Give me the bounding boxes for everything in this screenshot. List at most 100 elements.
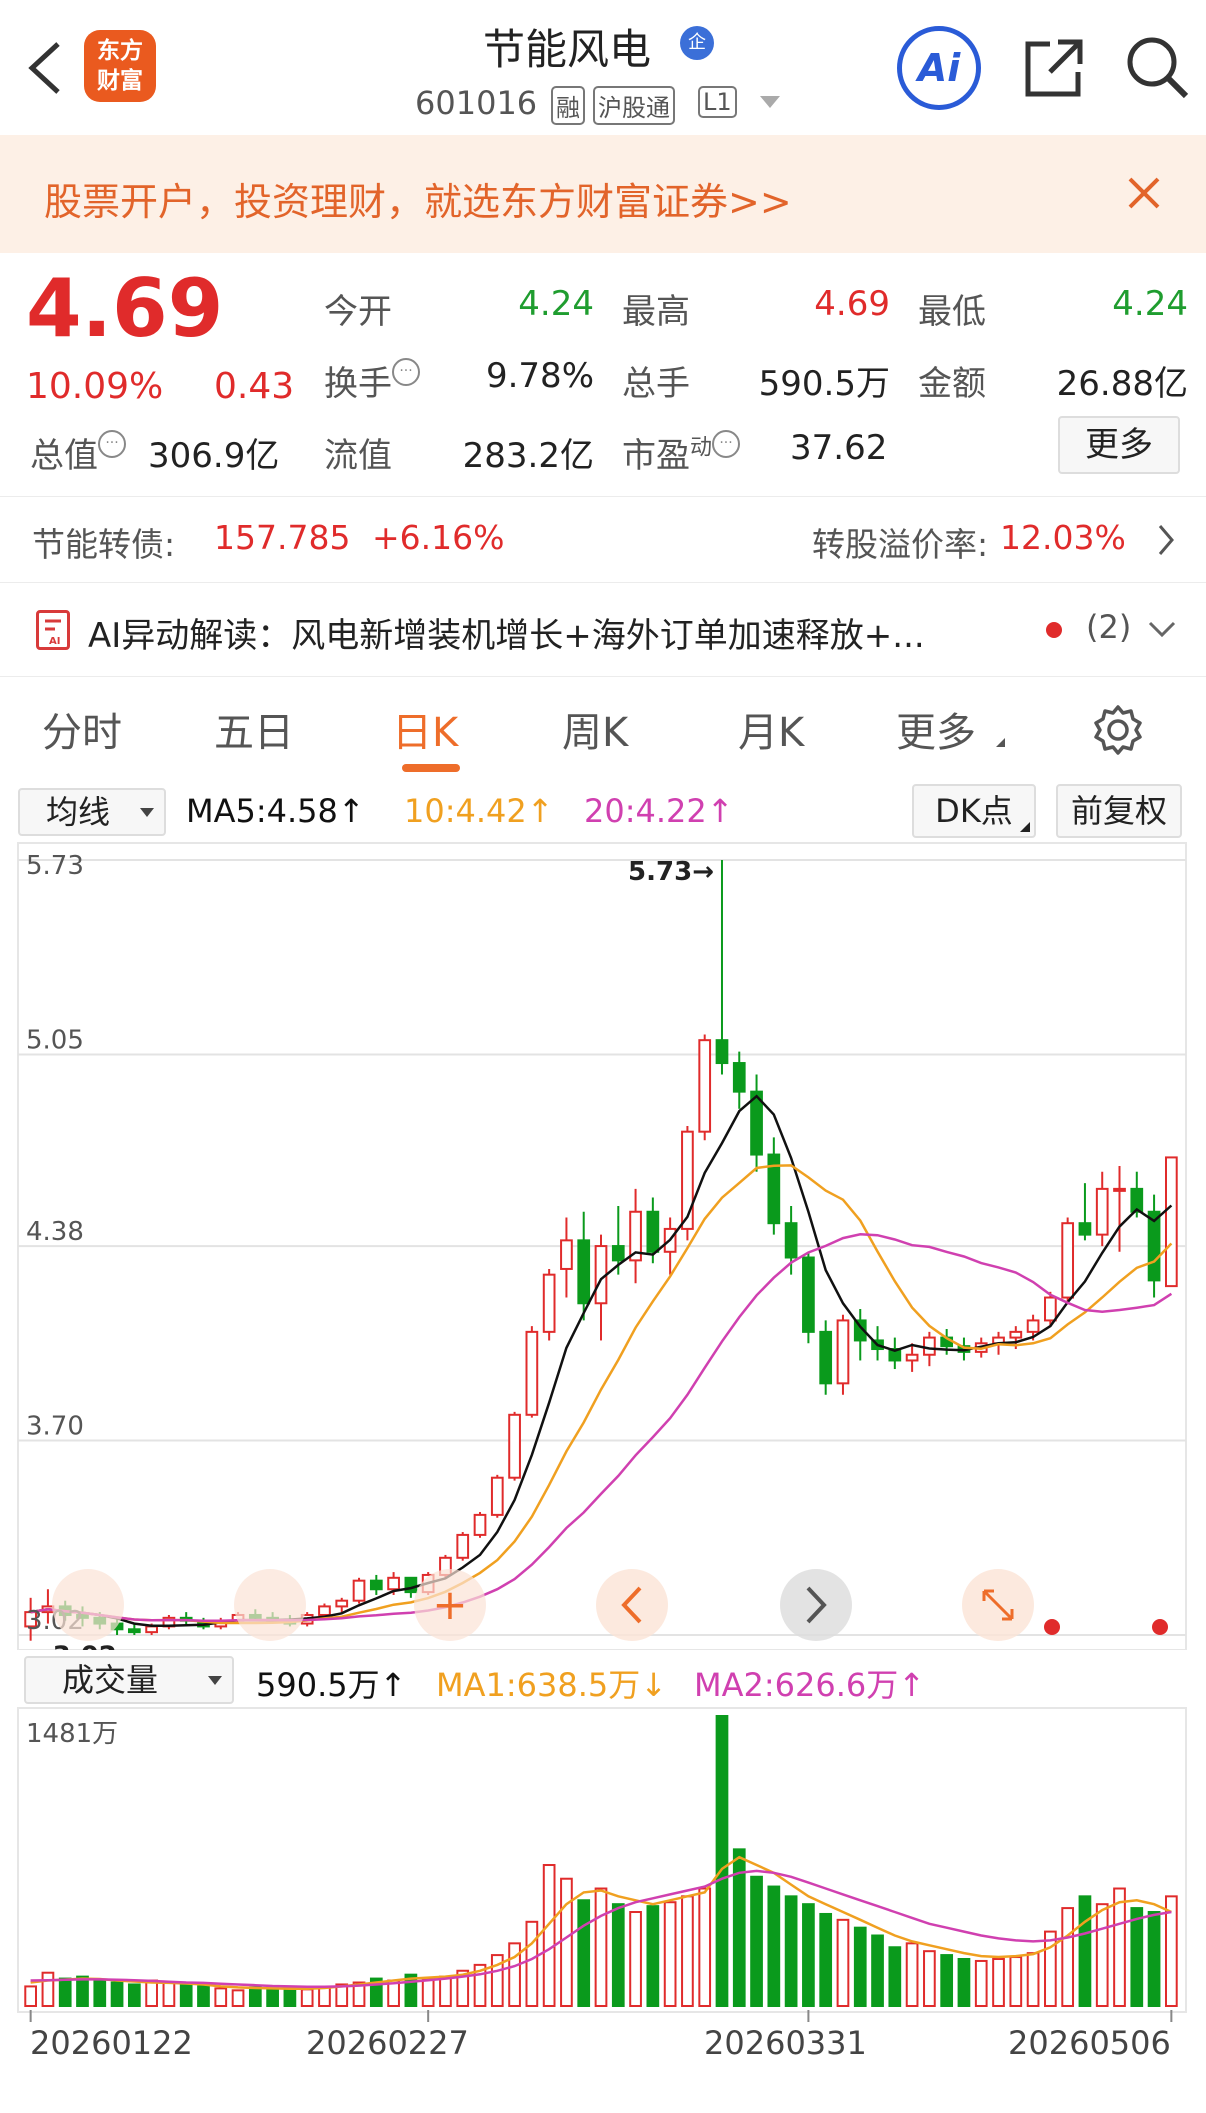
- candle: [145, 1625, 158, 1634]
- stock-dropdown-icon[interactable]: [760, 96, 780, 108]
- ai-insight-row[interactable]: AI AI异动解读：风电新增装机增长+海外订单加速释放+... (2): [0, 584, 1206, 674]
- volume-bar: [1113, 1887, 1126, 2007]
- volume-indicator-select[interactable]: 成交量: [24, 1656, 234, 1704]
- y-tick-label: 5.05: [26, 1025, 84, 1055]
- volume-bar: [1130, 1907, 1144, 2008]
- nav-right-button[interactable]: [780, 1569, 852, 1641]
- enterprise-badge: 企: [680, 26, 714, 60]
- low-value: 4.24: [1112, 284, 1188, 324]
- float-cap-value: 283.2亿: [462, 436, 594, 476]
- pe-value: 37.62: [790, 428, 888, 468]
- ma20-legend: 20:4.22↑: [584, 792, 734, 830]
- candlestick-chart[interactable]: 5.735.054.383.703.025.73→3.02 +: [0, 840, 1206, 1650]
- divider: [0, 496, 1206, 497]
- tab-weekly-k[interactable]: 周K: [562, 700, 628, 758]
- chevron-down-icon[interactable]: [1148, 620, 1176, 644]
- share-icon[interactable]: [1020, 36, 1086, 102]
- volume-bar: [231, 1989, 245, 2007]
- tab-more[interactable]: 更多: [896, 700, 976, 758]
- candle: [923, 1336, 936, 1356]
- nav-left-button[interactable]: [596, 1569, 668, 1641]
- dk-point-label: DK点: [935, 792, 1013, 830]
- volume-bar: [283, 1989, 297, 2007]
- tab-monthly-k[interactable]: 月K: [738, 700, 804, 758]
- logo-text: 东方财富: [97, 38, 143, 94]
- price-adjust-button[interactable]: 前复权: [1056, 784, 1182, 838]
- nav-zoom-out-button[interactable]: [234, 1569, 306, 1641]
- indicator-select[interactable]: 均线: [18, 788, 166, 836]
- banner-text[interactable]: 股票开户，投资理财，就选东方财富证券>>: [44, 171, 792, 226]
- candle: [508, 1413, 521, 1479]
- volume-bar: [957, 1958, 971, 2008]
- volume-bar: [162, 1981, 176, 2007]
- amount-value: 26.88亿: [1056, 364, 1188, 404]
- volume-legend: 590.5万↑: [256, 1666, 407, 1704]
- change-amount: 0.43: [214, 366, 295, 407]
- candle: [577, 1239, 591, 1305]
- candle: [1095, 1187, 1109, 1236]
- promo-banner[interactable]: 股票开户，投资理财，就选东方财富证券>>: [0, 135, 1206, 253]
- y-tick-label: 3.70: [26, 1412, 84, 1442]
- volume-bar: [905, 1942, 919, 2007]
- signal-dot: [1044, 1619, 1060, 1635]
- volume-bar: [1147, 1911, 1161, 2008]
- market-cap-label: 总值 ···: [30, 428, 126, 477]
- ma5-legend: MA5:4.58↑: [186, 792, 365, 830]
- volume-bar: [871, 1934, 884, 2008]
- volume-bar: [992, 1958, 1005, 2008]
- premium-value: 12.03%: [1000, 518, 1126, 557]
- volume-bar: [58, 1977, 72, 2007]
- info-icon[interactable]: ···: [392, 358, 420, 386]
- volume-bar: [663, 1901, 677, 2007]
- volume-bar: [767, 1885, 781, 2007]
- search-icon[interactable]: [1124, 34, 1192, 102]
- info-icon[interactable]: ···: [712, 430, 741, 458]
- volume-bar: [560, 1877, 573, 2007]
- candle: [836, 1319, 850, 1385]
- tab-daily-k[interactable]: 日K: [392, 700, 458, 758]
- y-tick-label: 4.38: [26, 1217, 84, 1247]
- volume-bar: [646, 1905, 660, 2007]
- volume-bar: [525, 1920, 539, 2008]
- tab-five-day[interactable]: 五日: [214, 700, 294, 758]
- bond-row[interactable]: 节能转债: 157.785 +6.16% 转股溢价率: 12.03%: [0, 498, 1206, 582]
- ai-button[interactable]: Ai: [897, 26, 981, 110]
- candle: [819, 1330, 833, 1385]
- volume-chart: 1481万: [17, 1707, 1187, 2022]
- close-icon[interactable]: [1126, 175, 1162, 211]
- dk-point-button[interactable]: DK点: [912, 784, 1036, 838]
- volume-bar: [197, 1985, 210, 2008]
- candle: [560, 1239, 573, 1270]
- candle: [715, 1039, 729, 1065]
- volume-bar: [127, 1983, 141, 2008]
- volume-bar: [266, 1987, 279, 2007]
- candle: [802, 1256, 815, 1333]
- amount-label: 金额: [918, 364, 986, 404]
- candle: [525, 1330, 539, 1416]
- turnover-label: 换手 ···: [324, 356, 420, 405]
- candle: [732, 1062, 746, 1093]
- ai-insight-text[interactable]: AI异动解读：风电新增装机增长+海外订单加速释放+...: [88, 608, 925, 657]
- tab-intraday[interactable]: 分时: [42, 700, 122, 758]
- settings-gear-icon[interactable]: [1092, 704, 1144, 756]
- back-icon[interactable]: [18, 38, 68, 98]
- candle: [352, 1579, 366, 1602]
- candle: [1078, 1222, 1092, 1236]
- nav-back-button[interactable]: [52, 1569, 124, 1641]
- candle: [1009, 1330, 1023, 1339]
- volume-bar: [76, 1975, 89, 2008]
- volume-bar: [421, 1977, 435, 2007]
- more-quote-button[interactable]: 更多: [1058, 416, 1180, 474]
- info-icon[interactable]: ···: [98, 430, 126, 458]
- volume-bar: [819, 1912, 833, 2007]
- ai-label: Ai: [917, 46, 961, 90]
- candle: [1113, 1187, 1126, 1192]
- candle: [1061, 1222, 1075, 1299]
- candle: [611, 1245, 625, 1262]
- volume-label: 总手: [622, 364, 690, 404]
- tag-level: L1: [698, 86, 737, 118]
- volume-bar: [629, 1911, 642, 2008]
- app-header: 东方财富 节能风电 企 601016 融 沪股通 L1 Ai: [0, 0, 1206, 135]
- volume-bar: [974, 1959, 988, 2007]
- high-label: 最高: [622, 292, 690, 332]
